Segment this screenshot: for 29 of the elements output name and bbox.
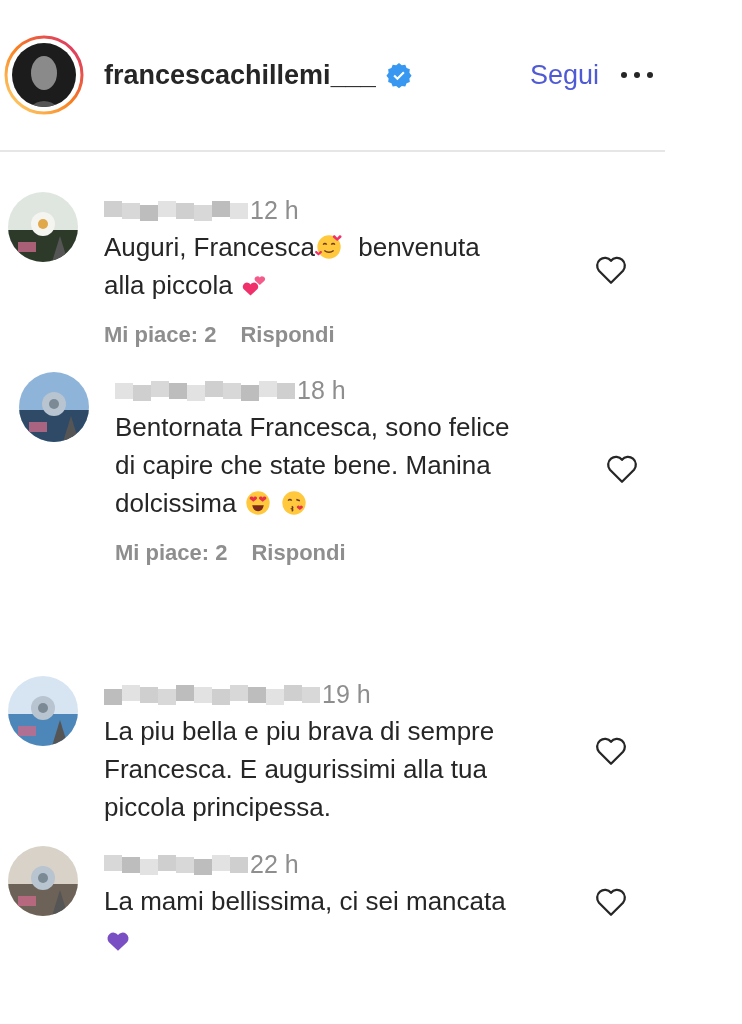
comment-text: piccola principessa. (104, 791, 331, 823)
emoji-icon (315, 233, 343, 261)
heart-icon[interactable] (594, 254, 628, 286)
reply-link[interactable]: Rispondi (251, 540, 346, 566)
comment-text: di capire che state bene. Manina (115, 449, 491, 481)
heart-icon[interactable] (594, 886, 628, 918)
comment-text: benvenuta (357, 231, 480, 263)
likes-count[interactable]: Mi piace: 2 (115, 540, 228, 566)
comment-text: La mami bellissima, ci sei mancata (104, 885, 506, 917)
comment-text: Auguri, Francesca (104, 231, 315, 263)
comment-text: alla piccola (104, 269, 234, 301)
comment-time: 18 h (297, 375, 346, 405)
emoji-icon (279, 489, 308, 517)
comment-text: dolcissima (115, 487, 238, 519)
heart-icon[interactable] (605, 453, 639, 485)
more-options-icon[interactable] (619, 70, 655, 80)
likes-count[interactable]: Mi piace: 2 (104, 322, 217, 348)
emoji-icon (243, 489, 272, 517)
profile-avatar[interactable] (4, 35, 84, 115)
comment-text: Francesca. E augurissimi alla tua (104, 753, 487, 785)
profile-username[interactable]: francescachillemi___ (104, 59, 376, 91)
follow-button[interactable]: Segui (523, 55, 605, 95)
comment-time: 19 h (322, 679, 371, 709)
reply-link[interactable]: Rispondi (240, 322, 335, 348)
comment-time: 12 h (250, 195, 299, 225)
comment-time: 22 h (250, 849, 299, 879)
comment-text: Bentornata Francesca, sono felice (115, 411, 510, 443)
heart-icon[interactable] (594, 735, 628, 767)
comment-text: La piu bella e piu brava di sempre (104, 715, 495, 747)
